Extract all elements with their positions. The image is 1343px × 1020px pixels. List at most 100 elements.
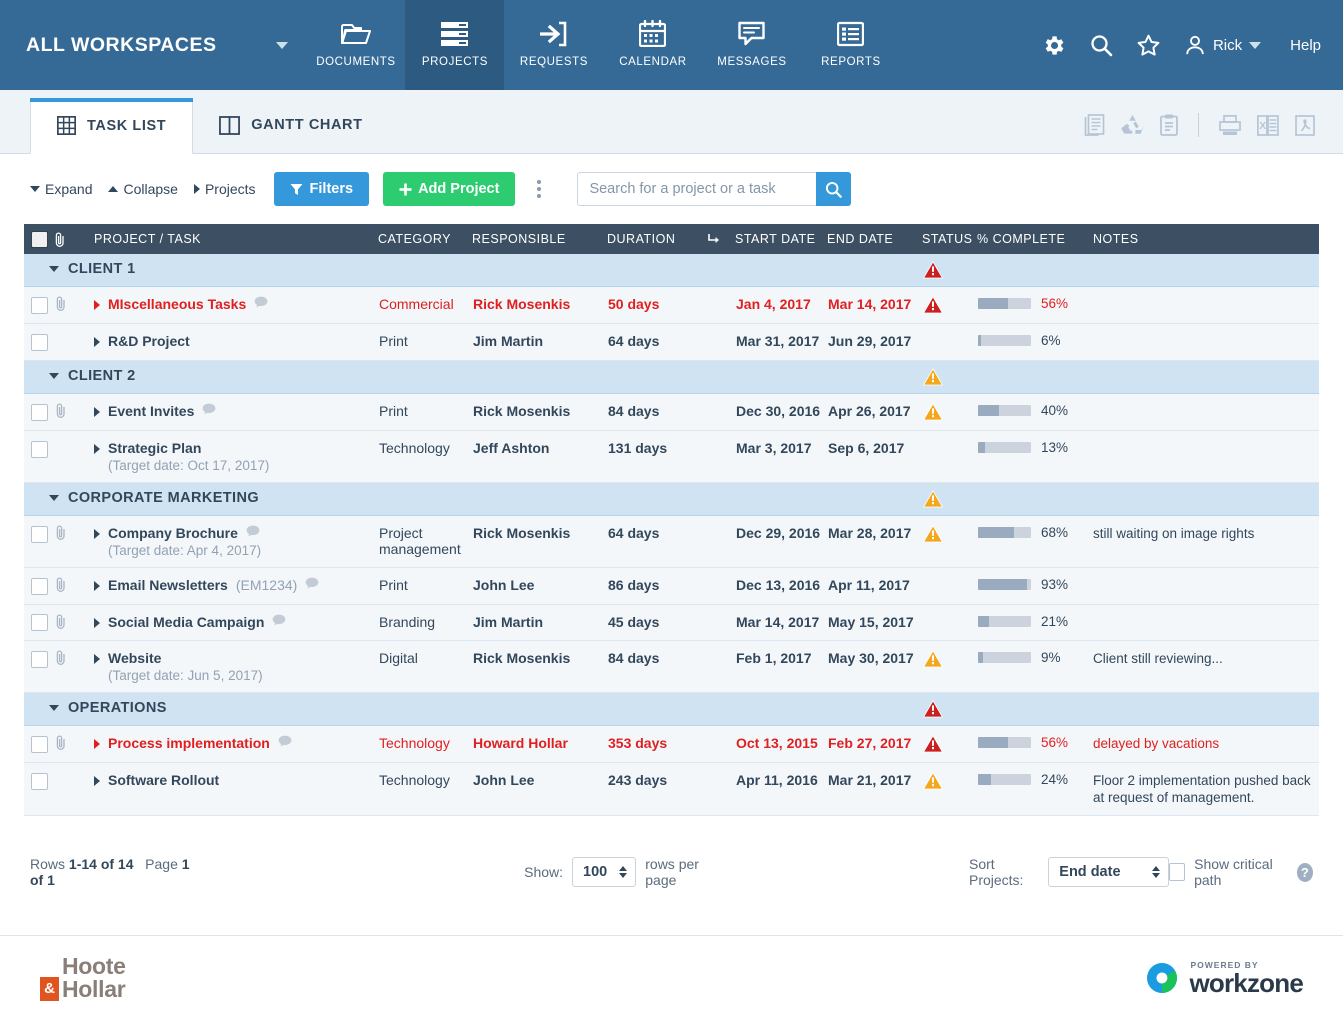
col-category[interactable]: CATEGORY (378, 224, 472, 254)
help-question-icon[interactable]: ? (1297, 863, 1313, 882)
table-row[interactable]: Process implementation TechnologyHoward … (24, 726, 1319, 763)
expand-triangle-icon[interactable] (94, 444, 100, 454)
expand-triangle-icon[interactable] (94, 739, 100, 749)
row-checkbox[interactable] (31, 297, 48, 314)
expand-triangle-icon[interactable] (94, 337, 100, 347)
print-icon[interactable] (1219, 115, 1241, 136)
help-link[interactable]: Help (1290, 37, 1321, 54)
comment-bubble-icon[interactable] (272, 614, 286, 626)
recycle-icon[interactable] (1121, 115, 1144, 136)
select-all-checkbox[interactable] (31, 231, 48, 248)
col-end-date[interactable]: END DATE (827, 224, 922, 254)
task-name-cell[interactable]: Process implementation (80, 726, 378, 763)
comment-bubble-icon[interactable] (246, 525, 260, 537)
table-row[interactable]: Social Media Campaign BrandingJim Martin… (24, 604, 1319, 641)
notes-cell[interactable]: Floor 2 implementation pushed back at re… (1087, 763, 1319, 816)
task-name-cell[interactable]: R&D Project (80, 324, 378, 361)
task-name-cell[interactable]: MIscellaneous Tasks (80, 287, 378, 324)
critical-path-checkbox[interactable] (1169, 863, 1185, 881)
tab-task-list[interactable]: TASK LIST (30, 98, 193, 154)
group-header-row[interactable]: CORPORATE MARKETING (24, 482, 1319, 515)
table-row[interactable]: MIscellaneous Tasks CommercialRick Mosen… (24, 287, 1319, 324)
task-name-cell[interactable]: Website(Target date: Jun 5, 2017) (80, 641, 378, 693)
row-checkbox[interactable] (31, 651, 48, 668)
more-options-kebab-icon[interactable] (529, 176, 549, 202)
expand-triangle-icon[interactable] (94, 776, 100, 786)
paperclip-icon[interactable] (55, 525, 79, 540)
expand-triangle-icon[interactable] (94, 581, 100, 591)
comment-bubble-icon[interactable] (278, 735, 292, 747)
col-project-task[interactable]: PROJECT / TASK (80, 224, 378, 254)
notes-cell[interactable]: Client still reviewing... (1087, 641, 1319, 693)
row-checkbox[interactable] (31, 773, 48, 790)
col-percent-complete[interactable]: % COMPLETE (977, 224, 1087, 254)
notes-cell[interactable] (1087, 604, 1319, 641)
duplicate-icon[interactable] (1084, 114, 1105, 136)
row-checkbox[interactable] (31, 441, 48, 458)
add-project-button[interactable]: Add Project (383, 172, 515, 206)
expand-triangle-icon[interactable] (94, 300, 100, 310)
table-row[interactable]: Software RolloutTechnologyJohn Lee243 da… (24, 763, 1319, 816)
paperclip-icon[interactable] (55, 296, 79, 311)
table-row[interactable]: Email Newsletters (EM1234) PrintJohn Lee… (24, 567, 1319, 604)
row-checkbox[interactable] (31, 578, 48, 595)
notes-cell[interactable] (1087, 393, 1319, 430)
col-status[interactable]: STATUS (922, 224, 977, 254)
task-name-cell[interactable]: Company Brochure (Target date: Apr 4, 20… (80, 515, 378, 567)
table-row[interactable]: Strategic Plan(Target date: Oct 17, 2017… (24, 430, 1319, 482)
nav-item-projects[interactable]: PROJECTS (405, 0, 504, 90)
row-checkbox[interactable] (31, 334, 48, 351)
row-checkbox[interactable] (31, 404, 48, 421)
collapse-link[interactable]: Collapse (108, 181, 177, 197)
show-critical-path-control[interactable]: Show critical path ? (1169, 856, 1313, 888)
tab-gantt-chart[interactable]: GANTT CHART (193, 97, 388, 153)
paperclip-icon[interactable] (55, 735, 79, 750)
group-header-row[interactable]: CLIENT 1 (24, 254, 1319, 287)
row-checkbox[interactable] (31, 736, 48, 753)
paperclip-icon[interactable] (55, 650, 79, 665)
notes-cell[interactable]: delayed by vacations (1087, 726, 1319, 763)
expand-triangle-icon[interactable] (94, 618, 100, 628)
nav-item-calendar[interactable]: CALENDAR (603, 0, 702, 90)
nav-item-reports[interactable]: REPORTS (801, 0, 900, 90)
excel-export-icon[interactable]: X (1257, 115, 1279, 136)
paperclip-icon[interactable] (55, 614, 79, 629)
notes-cell[interactable] (1087, 324, 1319, 361)
notes-cell[interactable]: still waiting on image rights (1087, 515, 1319, 567)
search-icon[interactable] (1089, 33, 1113, 57)
clipboard-icon[interactable] (1160, 114, 1178, 136)
group-name-cell[interactable]: OPERATIONS (24, 693, 922, 726)
filters-button[interactable]: Filters (274, 172, 370, 206)
task-name-cell[interactable]: Event Invites (80, 393, 378, 430)
nav-item-requests[interactable]: REQUESTS (504, 0, 603, 90)
paperclip-icon[interactable] (55, 577, 79, 592)
user-menu[interactable]: Rick (1184, 34, 1261, 56)
row-checkbox[interactable] (31, 614, 48, 631)
task-name-cell[interactable]: Social Media Campaign (80, 604, 378, 641)
table-row[interactable]: Company Brochure (Target date: Apr 4, 20… (24, 515, 1319, 567)
nav-item-messages[interactable]: MESSAGES (702, 0, 801, 90)
expand-link[interactable]: Expand (30, 181, 92, 197)
comment-bubble-icon[interactable] (254, 296, 268, 308)
notes-cell[interactable] (1087, 287, 1319, 324)
table-row[interactable]: R&D ProjectPrintJim Martin64 daysMar 31,… (24, 324, 1319, 361)
workspace-selector[interactable]: ALL WORKSPACES (0, 0, 306, 90)
group-header-row[interactable]: OPERATIONS (24, 693, 1319, 726)
notes-cell[interactable] (1087, 567, 1319, 604)
sort-projects-select[interactable]: End date (1048, 857, 1169, 887)
nav-item-documents[interactable]: DOCUMENTS (306, 0, 405, 90)
group-name-cell[interactable]: CLIENT 1 (24, 254, 922, 287)
gear-icon[interactable] (1041, 33, 1066, 58)
search-input[interactable] (577, 172, 816, 206)
col-start-date[interactable]: START DATE (735, 224, 827, 254)
pdf-export-icon[interactable] (1295, 115, 1315, 136)
row-checkbox[interactable] (31, 526, 48, 543)
task-name-cell[interactable]: Email Newsletters (EM1234) (80, 567, 378, 604)
group-name-cell[interactable]: CORPORATE MARKETING (24, 482, 922, 515)
rows-per-page-select[interactable]: 100 (572, 857, 636, 887)
group-name-cell[interactable]: CLIENT 2 (24, 360, 922, 393)
star-icon[interactable] (1136, 33, 1161, 58)
col-duration[interactable]: DURATION (607, 224, 707, 254)
expand-triangle-icon[interactable] (94, 654, 100, 664)
comment-bubble-icon[interactable] (305, 577, 319, 589)
